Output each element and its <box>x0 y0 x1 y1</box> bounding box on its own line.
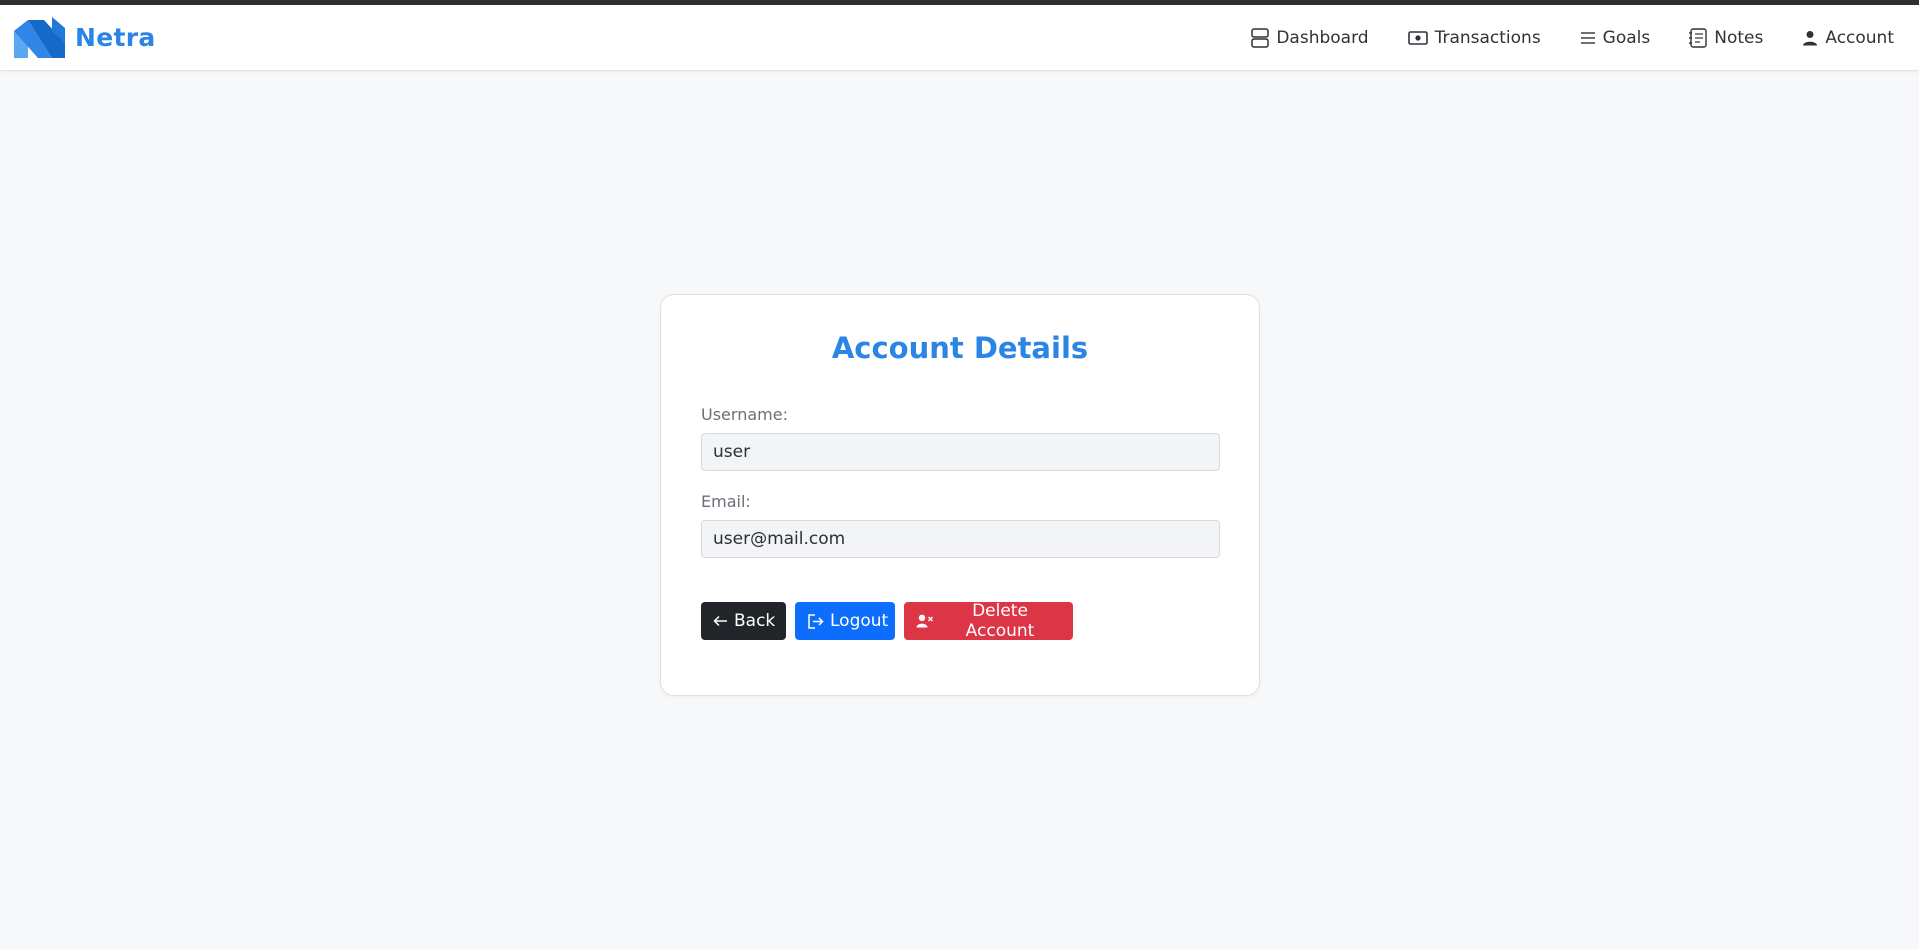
arrow-left-icon <box>713 615 727 627</box>
page-title: Account Details <box>831 331 1089 365</box>
brand-name: Netra <box>75 23 156 52</box>
user-icon <box>1803 31 1818 46</box>
user-remove-icon <box>916 614 933 628</box>
delete-account-button[interactable]: Delete Account <box>904 601 1073 641</box>
back-button[interactable]: Back <box>701 602 786 640</box>
nav-transactions[interactable]: Transactions <box>1407 28 1541 48</box>
nav-transactions-label: Transactions <box>1434 28 1541 48</box>
logout-button[interactable]: Logout <box>795 602 895 640</box>
logout-button-label: Logout <box>830 611 889 631</box>
delete-account-button-label: Delete Account <box>965 601 1035 641</box>
back-button-label: Back <box>734 611 776 631</box>
nav-links: Dashboard Transactions Goals Notes Accou… <box>1251 5 1894 71</box>
netra-logo-icon <box>14 17 65 58</box>
username-field[interactable] <box>701 433 1220 471</box>
notes-icon <box>1689 28 1707 48</box>
nav-dashboard-label: Dashboard <box>1276 28 1369 48</box>
nav-notes[interactable]: Notes <box>1689 28 1763 48</box>
username-label: Username: <box>701 405 788 424</box>
nav-account[interactable]: Account <box>1802 28 1894 48</box>
account-details-card: Account Details Username: Email: Back Lo… <box>660 294 1260 696</box>
brand-link[interactable]: Netra <box>14 17 156 58</box>
dashboard-icon <box>1251 28 1270 48</box>
navbar: Netra Dashboard Transactions Goals Notes… <box>0 5 1919 71</box>
list-icon <box>1580 32 1595 44</box>
nav-notes-label: Notes <box>1714 28 1764 48</box>
logout-icon <box>808 613 824 629</box>
email-field[interactable] <box>701 520 1220 558</box>
nav-goals[interactable]: Goals <box>1580 28 1651 48</box>
cash-icon <box>1407 31 1428 45</box>
nav-account-label: Account <box>1825 28 1894 48</box>
email-label: Email: <box>701 492 751 511</box>
action-buttons: Back Logout Delete Account <box>701 601 1073 641</box>
nav-dashboard[interactable]: Dashboard <box>1251 28 1369 48</box>
nav-goals-label: Goals <box>1602 28 1651 48</box>
